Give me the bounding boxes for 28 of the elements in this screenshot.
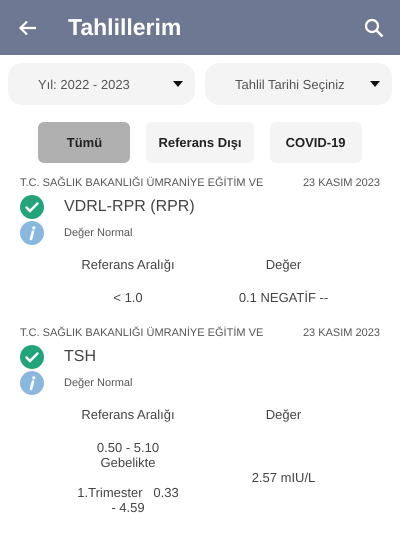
filter-tab[interactable]: Referans Dışı <box>146 122 254 163</box>
result-date: 23 KASIM 2023 <box>302 327 380 339</box>
reference-range: < 1.0 <box>113 290 143 305</box>
test-name: TSH <box>64 348 96 366</box>
filter-tab[interactable]: Tümü <box>38 122 130 163</box>
column-header: Değer <box>266 407 302 422</box>
test-name: VDRL-RPR (RPR) <box>64 198 195 216</box>
search-button[interactable] <box>364 18 384 38</box>
dropdown[interactable]: Yıl: 2022 - 2023 <box>8 63 195 105</box>
status-text: Değer Normal <box>64 227 132 239</box>
page-title: Tahlillerim <box>68 14 182 41</box>
caret-icon <box>370 81 380 87</box>
column-header: Değer <box>266 257 302 272</box>
result-value: 0.1 NEGATİF -- <box>238 290 328 305</box>
reference-range: 0.50 - 5.10 Gebelikte 1.Trimester 0.33 - 4.59 <box>77 440 179 515</box>
filter-tab[interactable]: COVID-19 <box>270 122 362 163</box>
institution-name: T.C. SAĞLIK BAKANLIĞI ÜMRANİYE EĞİTİM VE <box>20 177 264 189</box>
institution-name: T.C. SAĞLIK BAKANLIĞI ÜMRANİYE EĞİTİM VE <box>20 327 264 339</box>
status-text: Değer Normal <box>64 377 132 389</box>
result-value: 2.57 mIU/L <box>252 470 316 485</box>
back-button[interactable] <box>18 18 38 38</box>
column-header: Referans Aralığı <box>81 407 175 422</box>
info-icon <box>20 371 44 395</box>
dropdown[interactable]: Tahlil Tarihi Seçiniz <box>205 63 392 105</box>
result-date: 23 KASIM 2023 <box>302 177 380 189</box>
info-icon <box>20 221 44 245</box>
caret-icon <box>173 81 183 87</box>
column-header: Referans Aralığı <box>81 257 175 272</box>
